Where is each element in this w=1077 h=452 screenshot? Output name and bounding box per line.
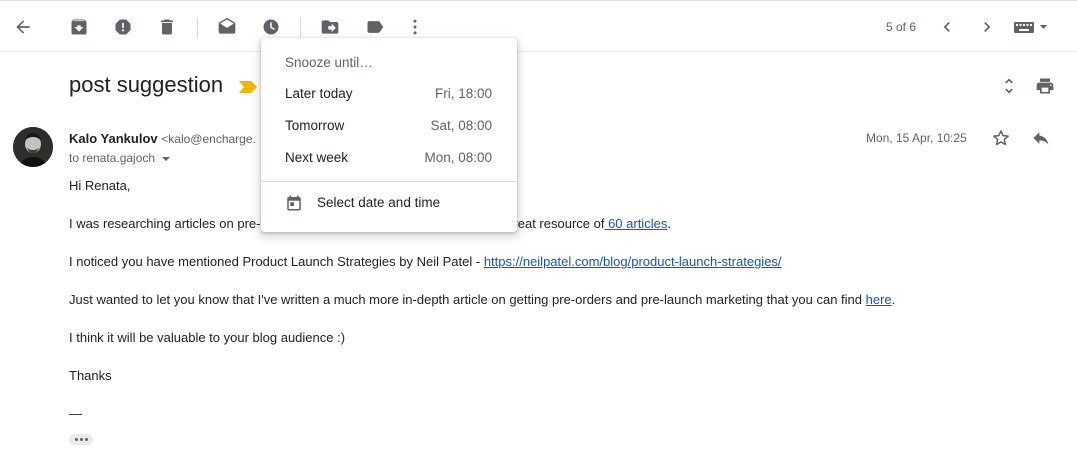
here-link[interactable]: here	[866, 292, 892, 307]
body-text: .	[891, 292, 896, 307]
star-icon[interactable]	[987, 124, 1015, 152]
snooze-option-label: Later today	[285, 86, 353, 101]
snooze-option-time: Sat, 08:00	[430, 118, 492, 133]
snooze-option-label: Tomorrow	[285, 118, 345, 133]
snooze-icon[interactable]	[257, 13, 285, 41]
expand-all-icon[interactable]	[995, 72, 1023, 100]
sender-email: <kalo@encharge.	[161, 132, 256, 146]
snooze-option-later-today[interactable]: Later today Fri, 18:00	[261, 78, 517, 110]
select-date-label: Select date and time	[317, 195, 441, 210]
snooze-option-next-week[interactable]: Next week Mon, 08:00	[261, 142, 517, 174]
toolbar-divider	[300, 17, 301, 39]
body-text: .	[667, 216, 671, 231]
snooze-option-tomorrow[interactable]: Tomorrow Sat, 08:00	[261, 110, 517, 142]
delete-icon[interactable]	[153, 13, 181, 41]
more-vert-icon[interactable]	[401, 13, 429, 41]
print-icon[interactable]	[1031, 72, 1059, 100]
body-paragraph-4: I think it will be valuable to your blog…	[69, 330, 346, 345]
snooze-option-label: Next week	[285, 150, 349, 165]
menu-divider	[261, 181, 517, 182]
neilpatel-link[interactable]: https://neilpatel.com/blog/product-launc…	[484, 254, 782, 269]
recipient-dropdown[interactable]: to renata.gajoch	[69, 151, 171, 165]
snooze-option-time: Fri, 18:00	[434, 86, 492, 101]
body-greeting: Hi Renata,	[69, 178, 131, 193]
body-paragraph-2: I noticed you have mentioned Product Lau…	[69, 254, 782, 269]
chevron-left-icon[interactable]	[933, 13, 961, 41]
move-to-icon[interactable]	[316, 13, 344, 41]
caret-down-icon	[162, 156, 171, 161]
signature-dash: —	[69, 406, 82, 421]
snooze-menu-title: Snooze until…	[285, 55, 373, 70]
avatar[interactable]	[13, 127, 53, 167]
body-text: Just wanted to let you know that I've wr…	[69, 292, 866, 307]
email-toolbar: 5 of 6	[0, 0, 1077, 52]
recipient-label: to renata.gajoch	[69, 151, 156, 165]
sender-info: Kalo Yankulov <kalo@encharge.	[69, 131, 256, 146]
archive-icon[interactable]	[65, 13, 93, 41]
keyboard-icon[interactable]	[1011, 13, 1049, 41]
label-icon[interactable]	[361, 13, 389, 41]
body-text: I noticed you have mentioned Product Lau…	[69, 254, 484, 269]
mark-unread-icon[interactable]	[213, 13, 241, 41]
back-arrow-icon[interactable]	[9, 13, 37, 41]
chevron-right-icon[interactable]	[973, 13, 1001, 41]
show-trimmed-content-button[interactable]	[69, 434, 93, 445]
reply-icon[interactable]	[1027, 124, 1055, 152]
snooze-menu: Snooze until… Later today Fri, 18:00 Tom…	[261, 38, 517, 232]
email-subject: post suggestion	[69, 72, 224, 97]
snooze-option-select-date[interactable]: Select date and time	[261, 187, 517, 219]
sender-name[interactable]: Kalo Yankulov	[69, 131, 158, 146]
page-count: 5 of 6	[885, 20, 916, 34]
email-date: Mon, 15 Apr, 10:25	[866, 131, 967, 145]
snooze-option-time: Mon, 08:00	[424, 150, 492, 165]
body-paragraph-5: Thanks	[69, 368, 112, 383]
body-paragraph-3: Just wanted to let you know that I've wr…	[69, 292, 895, 307]
toolbar-divider	[197, 17, 198, 39]
calendar-icon	[285, 194, 303, 217]
important-marker-icon[interactable]	[239, 80, 257, 98]
report-spam-icon[interactable]	[109, 13, 137, 41]
articles-link[interactable]: 60 articles	[604, 216, 667, 231]
